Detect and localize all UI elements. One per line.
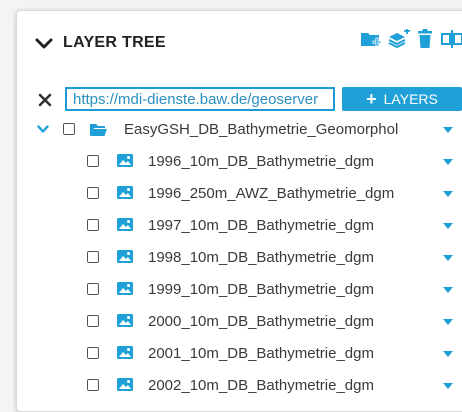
layer-menu-caret[interactable] bbox=[443, 287, 453, 293]
image-icon bbox=[117, 378, 133, 391]
add-layers-button[interactable]: + LAYERS bbox=[342, 87, 462, 111]
layers-add-icon[interactable] bbox=[387, 29, 411, 49]
image-icon bbox=[117, 346, 133, 359]
close-icon[interactable] bbox=[38, 93, 52, 107]
layer-row[interactable]: 2001_10m_DB_Bathymetrie_dgm bbox=[17, 341, 462, 373]
panel-header: LAYER TREE bbox=[17, 11, 462, 77]
layer-menu-caret[interactable] bbox=[443, 383, 453, 389]
add-layers-button-label: LAYERS bbox=[383, 91, 438, 107]
plus-icon: + bbox=[366, 89, 377, 109]
layer-label: 2000_10m_DB_Bathymetrie_dgm bbox=[148, 313, 374, 330]
layer-tree-panel: LAYER TREE https://mdi-dienste.baw.de/ge… bbox=[16, 10, 462, 412]
image-icon bbox=[117, 282, 133, 295]
layer-label: 1996_10m_DB_Bathymetrie_dgm bbox=[148, 153, 374, 170]
layer-label: 2002_10m_DB_Bathymetrie_dgm bbox=[148, 377, 374, 394]
layer-checkbox[interactable] bbox=[87, 283, 99, 295]
split-icon[interactable] bbox=[441, 29, 462, 49]
layer-row[interactable]: 2000_10m_DB_Bathymetrie_dgm bbox=[17, 309, 462, 341]
group-checkbox[interactable] bbox=[63, 123, 75, 135]
image-icon bbox=[117, 218, 133, 231]
layer-label: 1997_10m_DB_Bathymetrie_dgm bbox=[148, 217, 374, 234]
layer-row[interactable]: 1997_10m_DB_Bathymetrie_dgm bbox=[17, 213, 462, 245]
layer-checkbox[interactable] bbox=[87, 155, 99, 167]
url-row: + LAYERS bbox=[17, 87, 462, 119]
layer-label: 1999_10m_DB_Bathymetrie_dgm bbox=[148, 281, 374, 298]
chevron-down-icon[interactable] bbox=[35, 37, 53, 51]
layer-row[interactable]: 1998_10m_DB_Bathymetrie_dgm bbox=[17, 245, 462, 277]
layer-checkbox[interactable] bbox=[87, 347, 99, 359]
layer-menu-caret[interactable] bbox=[443, 319, 453, 325]
chevron-down-icon[interactable] bbox=[37, 125, 49, 134]
layer-checkbox[interactable] bbox=[87, 379, 99, 391]
service-url-input[interactable] bbox=[65, 87, 335, 111]
folder-add-icon[interactable] bbox=[360, 29, 382, 49]
image-icon bbox=[117, 250, 133, 263]
layer-checkbox[interactable] bbox=[87, 315, 99, 327]
image-icon bbox=[117, 314, 133, 327]
trash-icon[interactable] bbox=[417, 29, 433, 49]
group-menu-caret[interactable] bbox=[443, 127, 453, 133]
layer-label: 1998_10m_DB_Bathymetrie_dgm bbox=[148, 249, 374, 266]
layer-row[interactable]: 1999_10m_DB_Bathymetrie_dgm bbox=[17, 277, 462, 309]
layer-checkbox[interactable] bbox=[87, 187, 99, 199]
folder-open-icon bbox=[90, 124, 107, 136]
tree-group-row[interactable]: EasyGSH_DB_Bathymetrie_Geomorphologie bbox=[17, 117, 462, 149]
layer-label: 1996_250m_AWZ_Bathymetrie_dgm bbox=[148, 185, 395, 202]
layer-checkbox[interactable] bbox=[87, 219, 99, 231]
layer-label: 2001_10m_DB_Bathymetrie_dgm bbox=[148, 345, 374, 362]
layer-row[interactable]: 1996_250m_AWZ_Bathymetrie_dgm bbox=[17, 181, 462, 213]
image-icon bbox=[117, 154, 133, 167]
layer-row[interactable]: 1996_10m_DB_Bathymetrie_dgm bbox=[17, 149, 462, 181]
panel-title: LAYER TREE bbox=[63, 34, 166, 51]
layer-menu-caret[interactable] bbox=[443, 159, 453, 165]
layer-menu-caret[interactable] bbox=[443, 191, 453, 197]
layer-checkbox[interactable] bbox=[87, 251, 99, 263]
layer-menu-caret[interactable] bbox=[443, 351, 453, 357]
layer-menu-caret[interactable] bbox=[443, 255, 453, 261]
image-icon bbox=[117, 186, 133, 199]
layer-row[interactable]: 2002_10m_DB_Bathymetrie_dgm bbox=[17, 373, 462, 405]
tree-group-label: EasyGSH_DB_Bathymetrie_Geomorphologie bbox=[124, 121, 398, 138]
layer-menu-caret[interactable] bbox=[443, 223, 453, 229]
